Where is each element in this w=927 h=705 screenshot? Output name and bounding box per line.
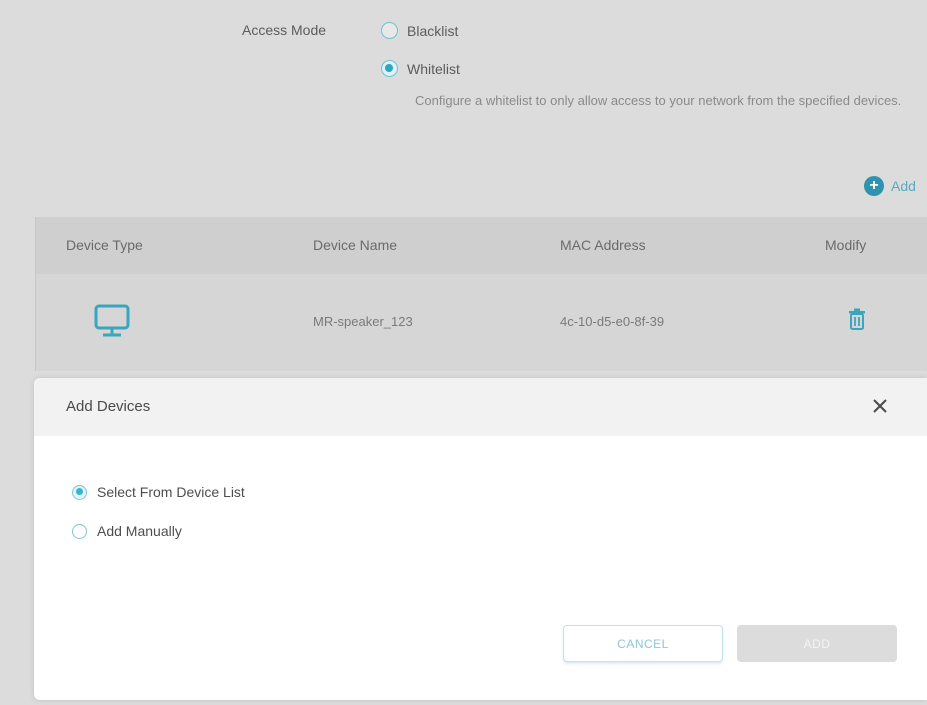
- table-row: MR-speaker_123 4c-10-d5-e0-8f-39: [36, 274, 927, 371]
- page-background: Access Mode Blacklist Whitelist Configur…: [0, 0, 927, 705]
- column-header-modify: Modify: [825, 237, 867, 253]
- add-button[interactable]: ADD: [737, 625, 897, 662]
- close-icon[interactable]: [872, 398, 888, 414]
- whitelist-option[interactable]: Whitelist: [381, 60, 460, 77]
- column-header-device-type: Device Type: [66, 237, 143, 253]
- device-name-cell: MR-speaker_123: [313, 314, 413, 329]
- select-from-device-list-label: Select From Device List: [97, 484, 245, 500]
- column-header-mac-address: MAC Address: [560, 237, 646, 253]
- select-from-device-list-option[interactable]: Select From Device List: [72, 484, 245, 500]
- column-header-device-name: Device Name: [313, 237, 398, 253]
- access-mode-label: Access Mode: [242, 22, 327, 38]
- table-header: Device Type Device Name MAC Address Modi…: [36, 217, 927, 274]
- whitelist-label: Whitelist: [407, 60, 460, 77]
- dialog-title: Add Devices: [66, 398, 151, 415]
- blacklist-radio[interactable]: [381, 22, 398, 39]
- add-manually-label: Add Manually: [97, 523, 182, 539]
- cancel-button[interactable]: CANCEL: [563, 625, 723, 662]
- dialog-header: Add Devices: [34, 378, 927, 436]
- add-device-link[interactable]: + Add: [864, 176, 916, 196]
- device-table: Device Type Device Name MAC Address Modi…: [35, 217, 927, 371]
- select-from-device-list-radio[interactable]: [72, 484, 87, 500]
- blacklist-label: Blacklist: [407, 22, 459, 39]
- add-manually-radio[interactable]: [72, 523, 87, 539]
- blacklist-option[interactable]: Blacklist: [381, 22, 458, 39]
- mac-address-cell: 4c-10-d5-e0-8f-39: [560, 314, 665, 329]
- whitelist-description: Configure a whitelist to only allow acce…: [415, 93, 902, 108]
- whitelist-radio[interactable]: [381, 60, 398, 77]
- trash-icon[interactable]: [848, 308, 866, 330]
- add-manually-option[interactable]: Add Manually: [72, 523, 182, 539]
- monitor-icon: [94, 304, 130, 337]
- add-link-label: Add: [891, 178, 916, 194]
- add-devices-dialog: Add Devices Select From Device List Add …: [34, 378, 927, 700]
- plus-circle-icon: +: [864, 176, 884, 196]
